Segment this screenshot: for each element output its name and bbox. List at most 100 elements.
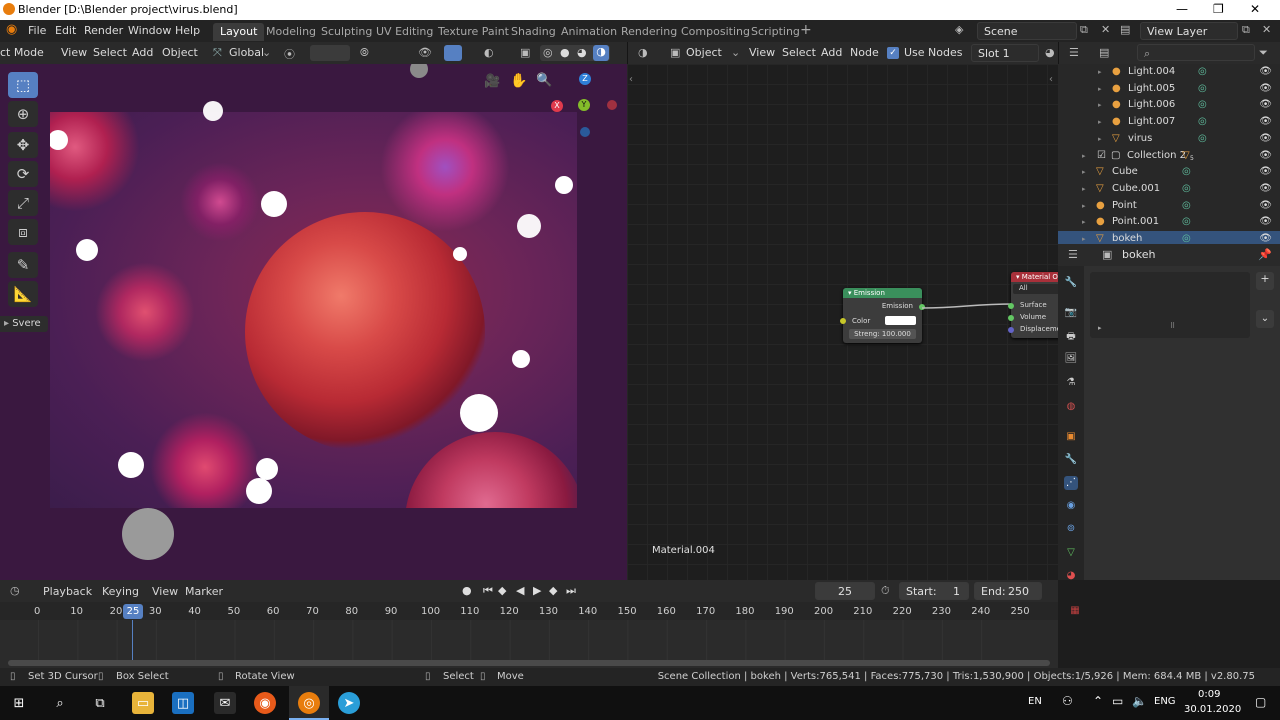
- node-menu-select[interactable]: Select: [782, 46, 816, 59]
- select-box-tool[interactable]: ⬚: [8, 72, 38, 98]
- material-output-header[interactable]: ▾ Material Ou: [1011, 272, 1058, 282]
- expand-arrow-icon[interactable]: ▸: [1082, 202, 1086, 210]
- gizmo-toggle[interactable]: [444, 45, 462, 61]
- displacement-input-socket[interactable]: [1008, 327, 1014, 333]
- orientation-dropdown[interactable]: Global: [229, 46, 264, 59]
- expand-arrow-icon[interactable]: ▸: [1098, 85, 1102, 93]
- data-icon[interactable]: ◎: [1198, 66, 1207, 77]
- measure-tool[interactable]: 📐: [8, 281, 38, 307]
- visibility-eye-icon[interactable]: 👁: [1259, 200, 1272, 211]
- people-icon[interactable]: ⚇: [1062, 694, 1073, 708]
- delete-scene-icon[interactable]: ✕: [1101, 23, 1110, 36]
- object-data-icon[interactable]: ▽: [1182, 150, 1190, 161]
- zoom-icon[interactable]: 🔍: [536, 73, 552, 88]
- close-button[interactable]: ✕: [1250, 2, 1260, 16]
- expand-arrow-icon[interactable]: ▸: [1082, 168, 1086, 176]
- world-tab-icon[interactable]: ◍: [1064, 400, 1078, 414]
- visibility-eye-icon[interactable]: 👁: [1259, 116, 1272, 127]
- minimize-button[interactable]: —: [1176, 2, 1188, 16]
- new-view-layer-icon[interactable]: ⧉: [1242, 23, 1250, 37]
- outliner-editor-icon[interactable]: ☰: [1069, 46, 1079, 59]
- physics-tab-icon[interactable]: ◉: [1064, 499, 1078, 513]
- clock-time[interactable]: 0:09: [1198, 689, 1220, 700]
- expand-arrow-icon[interactable]: ▸: [1082, 185, 1086, 193]
- viewport-menu-view[interactable]: View: [61, 46, 87, 59]
- clock-date[interactable]: 30.01.2020: [1184, 704, 1241, 715]
- play-button[interactable]: ▶: [533, 584, 541, 597]
- prev-keyframe-button[interactable]: ◆: [498, 584, 506, 597]
- data-icon[interactable]: ◎: [1182, 166, 1191, 177]
- delete-view-layer-icon[interactable]: ✕: [1262, 23, 1271, 36]
- outliner-row-light-006[interactable]: ▸ ● Light.006 ◎ 👁: [1058, 97, 1280, 114]
- use-nodes-checkbox[interactable]: ✓: [887, 47, 899, 59]
- timeline-menu-keying[interactable]: Keying: [102, 585, 139, 598]
- view-layer-icon[interactable]: ▤: [1120, 23, 1130, 36]
- texture-tab-icon[interactable]: ▦: [1068, 604, 1082, 618]
- menu-help[interactable]: Help: [175, 24, 200, 37]
- language-short[interactable]: EN: [1028, 696, 1042, 707]
- timeline-menu-view[interactable]: View: [152, 585, 178, 598]
- rotate-tool[interactable]: ⟳: [8, 161, 38, 187]
- shader-type-dropdown[interactable]: Object: [686, 46, 722, 59]
- data-icon[interactable]: ◎: [1182, 233, 1191, 244]
- data-icon[interactable]: ◎: [1198, 133, 1207, 144]
- blender-taskbar-button[interactable]: ◎: [289, 686, 329, 720]
- tab-uv-editing[interactable]: UV Editing: [369, 23, 440, 41]
- output-tab-icon[interactable]: 🖶: [1064, 330, 1078, 344]
- node-menu-node[interactable]: Node: [850, 46, 879, 59]
- axis-neg-x-gizmo[interactable]: [607, 100, 617, 110]
- visibility-eye-icon[interactable]: 👁: [1259, 150, 1272, 161]
- slot-menu-button[interactable]: ⌄: [1256, 310, 1274, 328]
- language-indicator[interactable]: ENG: [1154, 696, 1176, 707]
- emission-node-header[interactable]: ▾ Emission: [843, 288, 922, 298]
- expand-icon[interactable]: ▸: [1098, 324, 1102, 332]
- tray-chevron-up-icon[interactable]: ⌃: [1093, 694, 1103, 708]
- tab-scripting[interactable]: Scripting: [744, 23, 807, 41]
- menu-edit[interactable]: Edit: [55, 24, 76, 37]
- play-reverse-button[interactable]: ◀: [516, 584, 524, 597]
- outliner-row-point[interactable]: ▸ ● Point ◎ 👁: [1058, 198, 1280, 215]
- file-explorer-icon[interactable]: ▭: [132, 692, 154, 714]
- data-icon[interactable]: ◎: [1182, 216, 1191, 227]
- start-frame-field[interactable]: Start: 1: [899, 582, 969, 600]
- expand-arrow-icon[interactable]: ▸: [1098, 135, 1102, 143]
- strength-field[interactable]: Streng: 100.000: [849, 329, 916, 339]
- surface-input-socket[interactable]: [1008, 303, 1014, 309]
- clock-icon[interactable]: ⏱: [881, 584, 890, 598]
- scene-field[interactable]: Scene: [977, 22, 1077, 40]
- modifier-tab-icon[interactable]: 🔧: [1064, 453, 1078, 467]
- filter-icon[interactable]: ⏷: [1259, 46, 1268, 60]
- data-icon[interactable]: ◎: [1198, 99, 1207, 110]
- outliner-row-virus[interactable]: ▸ ▽ virus ◎ 👁: [1058, 131, 1280, 148]
- annotate-tool[interactable]: ✎: [8, 252, 38, 278]
- visibility-eye-icon[interactable]: 👁: [1259, 99, 1272, 110]
- outliner-row-point-001[interactable]: ▸ ● Point.001 ◎ 👁: [1058, 214, 1280, 231]
- output-target-dropdown[interactable]: All: [1013, 284, 1058, 294]
- timeline-menu-marker[interactable]: Marker: [185, 585, 223, 598]
- visibility-eye-icon[interactable]: 👁: [1259, 216, 1272, 227]
- scene-icon[interactable]: ◈: [955, 23, 963, 36]
- outliner-row-cube-001[interactable]: ▸ ▽ Cube.001 ◎ 👁: [1058, 181, 1280, 198]
- network-icon[interactable]: ▭: [1112, 694, 1123, 708]
- wireframe-shading-icon[interactable]: ◎: [543, 46, 553, 59]
- volume-icon[interactable]: 🔈: [1132, 694, 1147, 708]
- constraints-tab-icon[interactable]: ⊚: [1064, 522, 1078, 536]
- maximize-button[interactable]: ❐: [1213, 2, 1224, 16]
- outliner[interactable]: ▸ ● Light.004 ◎ 👁 ▸ ● Light.005 ◎ 👁 ▸ ● Light.006 ◎ 👁 ▸…: [1058, 64, 1280, 248]
- mode-selector[interactable]: ct Mode: [0, 46, 44, 59]
- visibility-icon[interactable]: 👁: [418, 46, 432, 59]
- menu-file[interactable]: File: [28, 24, 46, 37]
- timeline[interactable]: ◷ Playback Keying View Marker ● ⏮ ◆ ◀ ▶ …: [0, 580, 1058, 668]
- resize-handle-icon[interactable]: ⠿: [1170, 322, 1175, 330]
- expand-arrow-icon[interactable]: ▸: [1082, 235, 1086, 243]
- telegram-icon[interactable]: ➤: [338, 692, 360, 714]
- slot-dropdown[interactable]: Slot 1: [971, 44, 1039, 62]
- material-tab-icon[interactable]: ◕: [1064, 569, 1078, 583]
- add-workspace-icon[interactable]: +: [800, 22, 812, 38]
- current-frame-field[interactable]: 25: [815, 582, 875, 600]
- view-layer-field[interactable]: View Layer: [1140, 22, 1238, 40]
- outliner-row-light-005[interactable]: ▸ ● Light.005 ◎ 👁: [1058, 81, 1280, 98]
- viewport-menu-add[interactable]: Add: [132, 46, 153, 59]
- visibility-eye-icon[interactable]: 👁: [1259, 233, 1272, 244]
- shading-buttons[interactable]: ◎ ● ◕ ◑: [540, 45, 610, 61]
